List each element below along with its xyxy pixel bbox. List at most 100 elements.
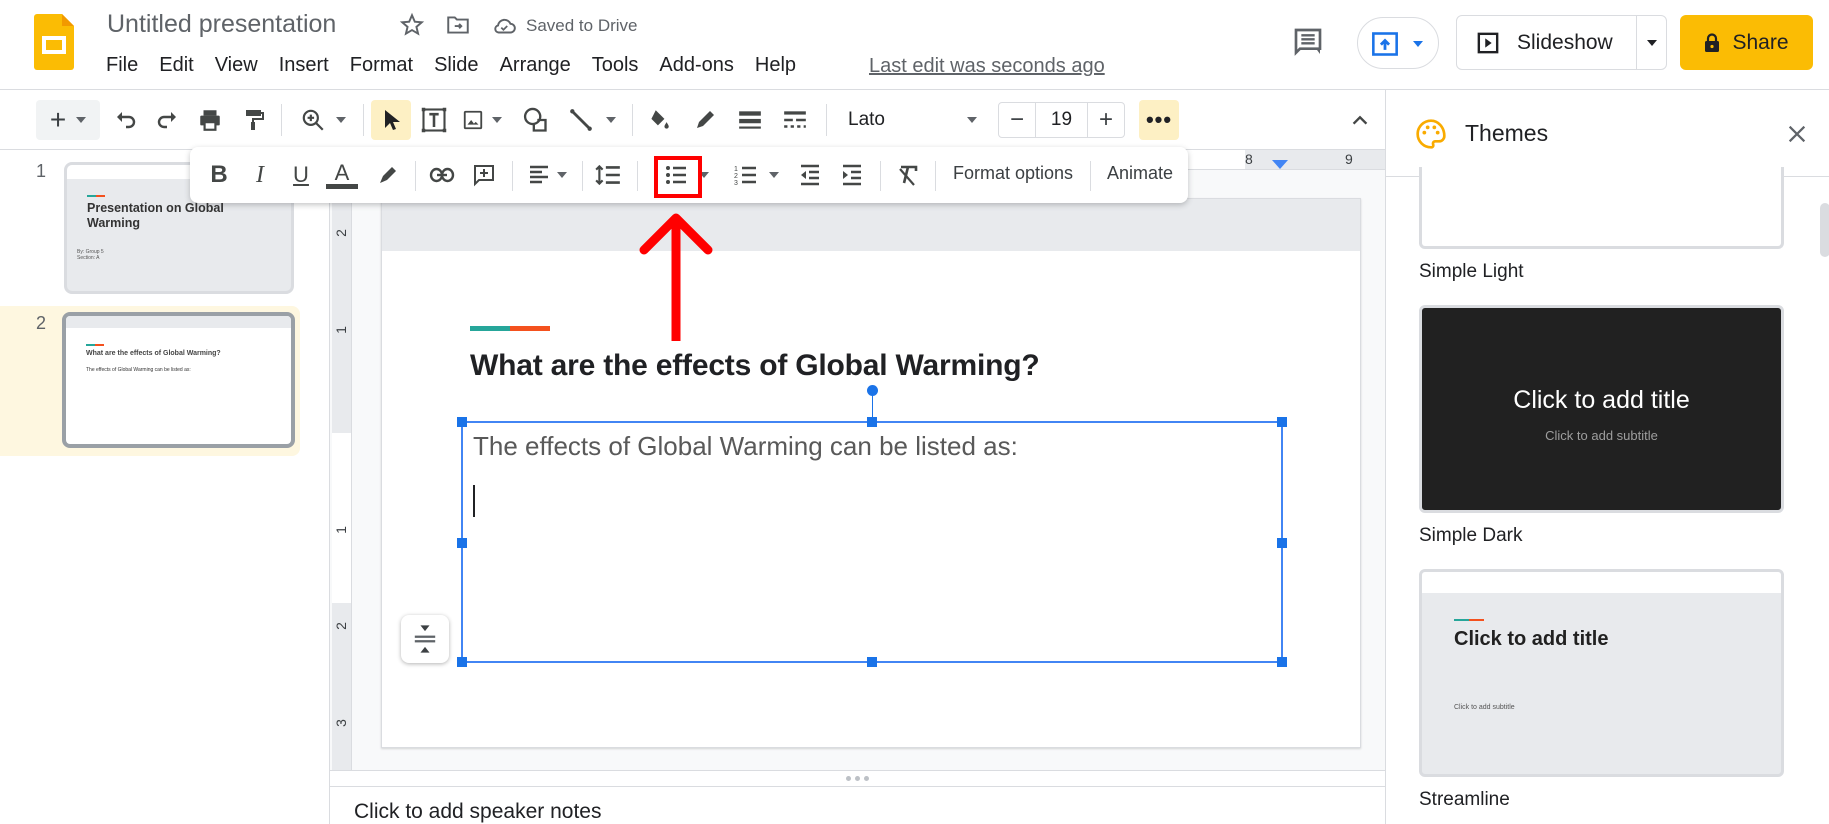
body-text[interactable]: The effects of Global Warming can be lis… (473, 431, 1018, 462)
zoom-in-icon (302, 109, 324, 131)
last-edit-link[interactable]: Last edit was seconds ago (869, 55, 1105, 78)
decrease-indent-button[interactable] (792, 157, 828, 193)
speaker-notes[interactable]: Click to add speaker notes (354, 800, 601, 824)
menu-tools[interactable]: Tools (592, 54, 639, 77)
menu-view[interactable]: View (215, 54, 258, 77)
menu-arrange[interactable]: Arrange (500, 54, 571, 77)
print-button[interactable] (193, 100, 227, 140)
theme-card-simple-light[interactable] (1419, 167, 1784, 249)
shape-icon (523, 107, 547, 132)
numbered-list-button[interactable]: 123 (728, 157, 764, 193)
text-box-button[interactable] (416, 100, 452, 140)
themes-scrollbar[interactable] (1820, 203, 1829, 257)
present-to-meeting-button[interactable] (1357, 17, 1439, 69)
theme-card-simple-dark[interactable]: Click to add title Click to add subtitle (1419, 305, 1784, 513)
border-dash-button[interactable] (778, 100, 812, 140)
resize-handle-w[interactable] (457, 538, 467, 548)
menu-file[interactable]: File (106, 54, 138, 77)
redo-icon (157, 112, 176, 129)
resize-handle-n[interactable] (867, 417, 877, 427)
resize-handle-sw[interactable] (457, 657, 467, 667)
star-icon[interactable] (399, 12, 425, 38)
annotation-highlight-box (654, 156, 702, 198)
text-color-button[interactable]: A (324, 157, 360, 193)
numbered-list-options-dropdown[interactable] (766, 157, 782, 193)
autofit-options-button[interactable] (401, 615, 449, 663)
theme-name: Simple Light (1419, 261, 1524, 282)
lock-icon (1705, 32, 1720, 52)
numbered-list-icon: 123 (734, 166, 756, 187)
format-options-button[interactable]: Format options (953, 163, 1073, 184)
underline-button[interactable]: U (286, 157, 316, 193)
notes-resize-handle[interactable] (330, 770, 1385, 787)
decrease-font-size-button[interactable]: − (999, 103, 1035, 137)
menu-slide[interactable]: Slide (434, 54, 478, 77)
play-icon (1477, 32, 1499, 53)
insert-link-button[interactable] (424, 157, 460, 193)
close-icon[interactable] (1786, 123, 1808, 145)
increase-indent-icon (843, 164, 861, 186)
menu-edit[interactable]: Edit (159, 54, 193, 77)
zoom-button[interactable] (292, 100, 354, 140)
share-button[interactable]: Share (1680, 15, 1813, 70)
rotate-handle[interactable] (867, 385, 878, 396)
highlight-color-button[interactable] (370, 157, 406, 193)
resize-handle-s[interactable] (867, 657, 877, 667)
slide-title[interactable]: What are the effects of Global Warming? (470, 349, 1040, 383)
document-title[interactable]: Untitled presentation (107, 10, 336, 39)
new-slide-button[interactable]: + (36, 100, 100, 140)
insert-image-button[interactable] (458, 100, 506, 140)
font-size-input[interactable]: 19 (1035, 103, 1088, 137)
paint-format-button[interactable] (236, 100, 270, 140)
fill-color-button[interactable] (642, 100, 676, 140)
slide-thumbnail-2[interactable]: What are the effects of Global Warming? … (62, 312, 295, 448)
animate-button[interactable]: Animate (1107, 163, 1173, 184)
select-tool-button[interactable] (371, 100, 411, 140)
border-color-button[interactable] (688, 100, 722, 140)
paint-format-icon (246, 110, 264, 130)
line-spacing-button[interactable] (588, 157, 628, 193)
menu-help[interactable]: Help (755, 54, 796, 77)
line-spacing-icon (595, 164, 620, 186)
comments-icon[interactable] (1292, 26, 1324, 58)
border-weight-icon (739, 111, 761, 129)
clear-formatting-button[interactable] (890, 157, 926, 193)
body-text-box[interactable]: The effects of Global Warming can be lis… (457, 385, 1287, 667)
redo-button[interactable] (151, 100, 185, 140)
present-upload-icon (1371, 30, 1399, 58)
slide-canvas[interactable]: What are the effects of Global Warming? … (381, 198, 1361, 748)
increase-font-size-button[interactable]: + (1088, 103, 1124, 137)
resize-handle-se[interactable] (1277, 657, 1287, 667)
menu-add-ons[interactable]: Add-ons (659, 54, 734, 77)
link-icon (429, 167, 455, 183)
resize-handle-e[interactable] (1277, 538, 1287, 548)
increase-indent-button[interactable] (834, 157, 870, 193)
themes-panel: Themes Simple Light Click to add title C… (1385, 90, 1829, 824)
slideshow-button[interactable]: Slideshow (1457, 16, 1637, 69)
collapse-toolbar-icon[interactable] (1349, 109, 1371, 131)
indent-marker-icon[interactable] (1272, 160, 1288, 169)
border-weight-button[interactable] (733, 100, 767, 140)
chevron-down-icon (967, 117, 977, 123)
theme-card-streamline[interactable]: Click to add title Click to add subtitle (1419, 569, 1784, 777)
vertical-ruler[interactable]: 2 1 1 2 3 (332, 170, 352, 770)
theme-name: Simple Dark (1419, 525, 1523, 546)
undo-button[interactable] (108, 100, 142, 140)
slideshow-options-dropdown[interactable] (1637, 39, 1666, 46)
resize-handle-nw[interactable] (457, 417, 467, 427)
slideshow-button-group: Slideshow (1456, 15, 1667, 70)
resize-handle-ne[interactable] (1277, 417, 1287, 427)
align-button[interactable] (520, 157, 574, 193)
add-comment-button[interactable] (466, 157, 502, 193)
move-folder-icon[interactable] (445, 12, 471, 38)
bold-button[interactable]: B (204, 157, 234, 193)
app-header: Untitled presentation Saved to Drive Fil… (0, 0, 1829, 90)
font-family-select[interactable]: Lato (840, 102, 985, 138)
menu-insert[interactable]: Insert (279, 54, 329, 77)
line-button[interactable] (562, 100, 622, 140)
shape-button[interactable] (517, 100, 553, 140)
italic-button[interactable]: I (245, 157, 275, 193)
menu-format[interactable]: Format (350, 54, 413, 77)
slides-logo-icon[interactable] (34, 14, 74, 70)
more-options-button[interactable]: ••• (1139, 100, 1179, 140)
